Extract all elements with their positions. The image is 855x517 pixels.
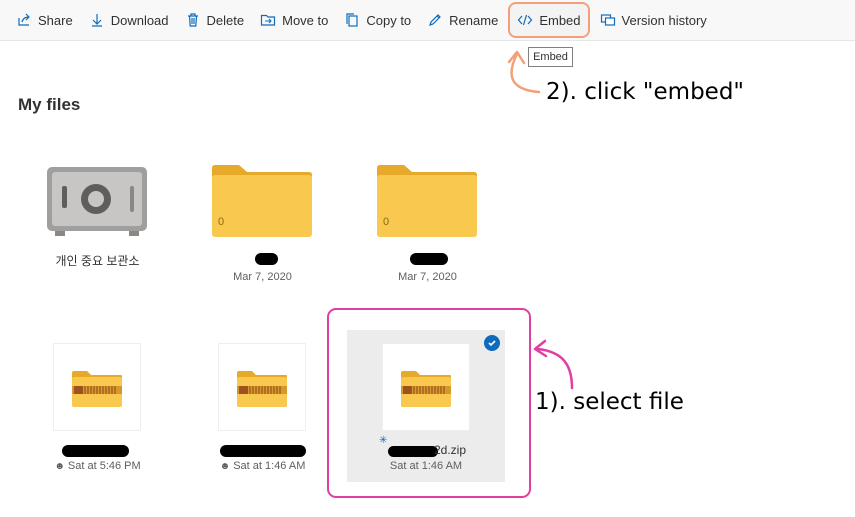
folder-item-count: 0 — [218, 216, 225, 228]
arrow-annotation-select — [533, 339, 574, 390]
tile-shared-date: ☻ Sat at 5:46 PM — [30, 460, 165, 472]
redacted-name — [410, 253, 448, 265]
redacted-name — [62, 445, 129, 457]
file-thumbnail — [383, 344, 469, 430]
redacted-name — [255, 253, 278, 265]
annotation-step-1: 1). select file — [535, 389, 684, 415]
share-label: Share — [38, 12, 73, 28]
tile-shared-date: ☻ Sat at 1:46 AM — [195, 460, 330, 472]
folder-item-count: 0 — [383, 216, 390, 228]
folder-tile[interactable]: 0 Mar 7, 2020 — [360, 160, 495, 285]
shared-person-icon: ☻ — [54, 461, 65, 472]
version-history-label: Version history — [621, 12, 707, 28]
version-history-icon — [600, 14, 615, 26]
copy-to-label: Copy to — [366, 12, 412, 28]
zip-folder-icon — [401, 371, 451, 407]
file-thumbnail — [54, 344, 140, 430]
zip-file-tile[interactable]: ☻ Sat at 1:46 AM — [195, 340, 330, 480]
file-thumbnail — [219, 344, 305, 430]
annotation-step-2: 2). click "embed" — [546, 79, 744, 105]
move-to-button[interactable]: Move to — [252, 4, 336, 36]
tile-date: Sat at 5:46 PM — [67, 460, 141, 472]
copy-to-button[interactable]: Copy to — [336, 4, 419, 36]
move-folder-icon — [261, 14, 276, 26]
folder-icon — [212, 165, 312, 237]
delete-label: Delete — [206, 12, 245, 28]
version-history-button[interactable]: Version history — [592, 4, 715, 36]
download-label: Download — [110, 12, 169, 28]
download-icon — [91, 14, 102, 27]
shared-person-icon: ☻ — [219, 461, 231, 472]
share-icon — [18, 13, 30, 26]
zip-file-tile[interactable]: ☻ Sat at 5:46 PM — [30, 340, 165, 480]
tile-date: Mar 7, 2020 — [398, 271, 457, 283]
pencil-icon — [429, 14, 442, 26]
trash-icon — [187, 13, 198, 27]
page-title: My files — [18, 95, 81, 114]
code-icon — [518, 14, 533, 26]
tile-date: Mar 7, 2020 — [233, 271, 292, 283]
tile-name-suffix: 2d.zip — [434, 443, 467, 457]
download-button[interactable]: Download — [81, 4, 177, 36]
folder-tile[interactable]: 0 Mar 7, 2020 — [195, 160, 330, 285]
rename-button[interactable]: Rename — [419, 4, 506, 36]
embed-button[interactable]: Embed — [508, 2, 590, 38]
zip-folder-icon — [237, 371, 287, 407]
rename-label: Rename — [449, 12, 499, 28]
personal-vault-tile[interactable]: 개인 중요 보관소 — [30, 160, 165, 280]
tile-name: 개인 중요 보관소 — [55, 254, 140, 268]
command-bar: Share Download Delete Move to Copy to Re… — [0, 0, 855, 41]
redacted-name — [220, 445, 306, 457]
arrow-annotation-embed — [507, 50, 541, 94]
zip-folder-icon — [72, 371, 122, 407]
vault-icon — [47, 167, 147, 236]
copy-icon — [346, 13, 358, 27]
share-button[interactable]: Share — [0, 4, 81, 36]
selected-checkmark-icon[interactable] — [484, 335, 500, 351]
move-to-label: Move to — [282, 12, 329, 28]
embed-label: Embed — [539, 12, 581, 28]
tile-date: Sat at 1:46 AM — [233, 460, 306, 472]
folder-icon — [377, 165, 477, 237]
tile-date: Sat at 1:46 AM — [389, 460, 463, 472]
loading-spinner-icon: ✳ — [379, 435, 388, 446]
redacted-name — [388, 446, 438, 457]
delete-button[interactable]: Delete — [177, 4, 253, 36]
